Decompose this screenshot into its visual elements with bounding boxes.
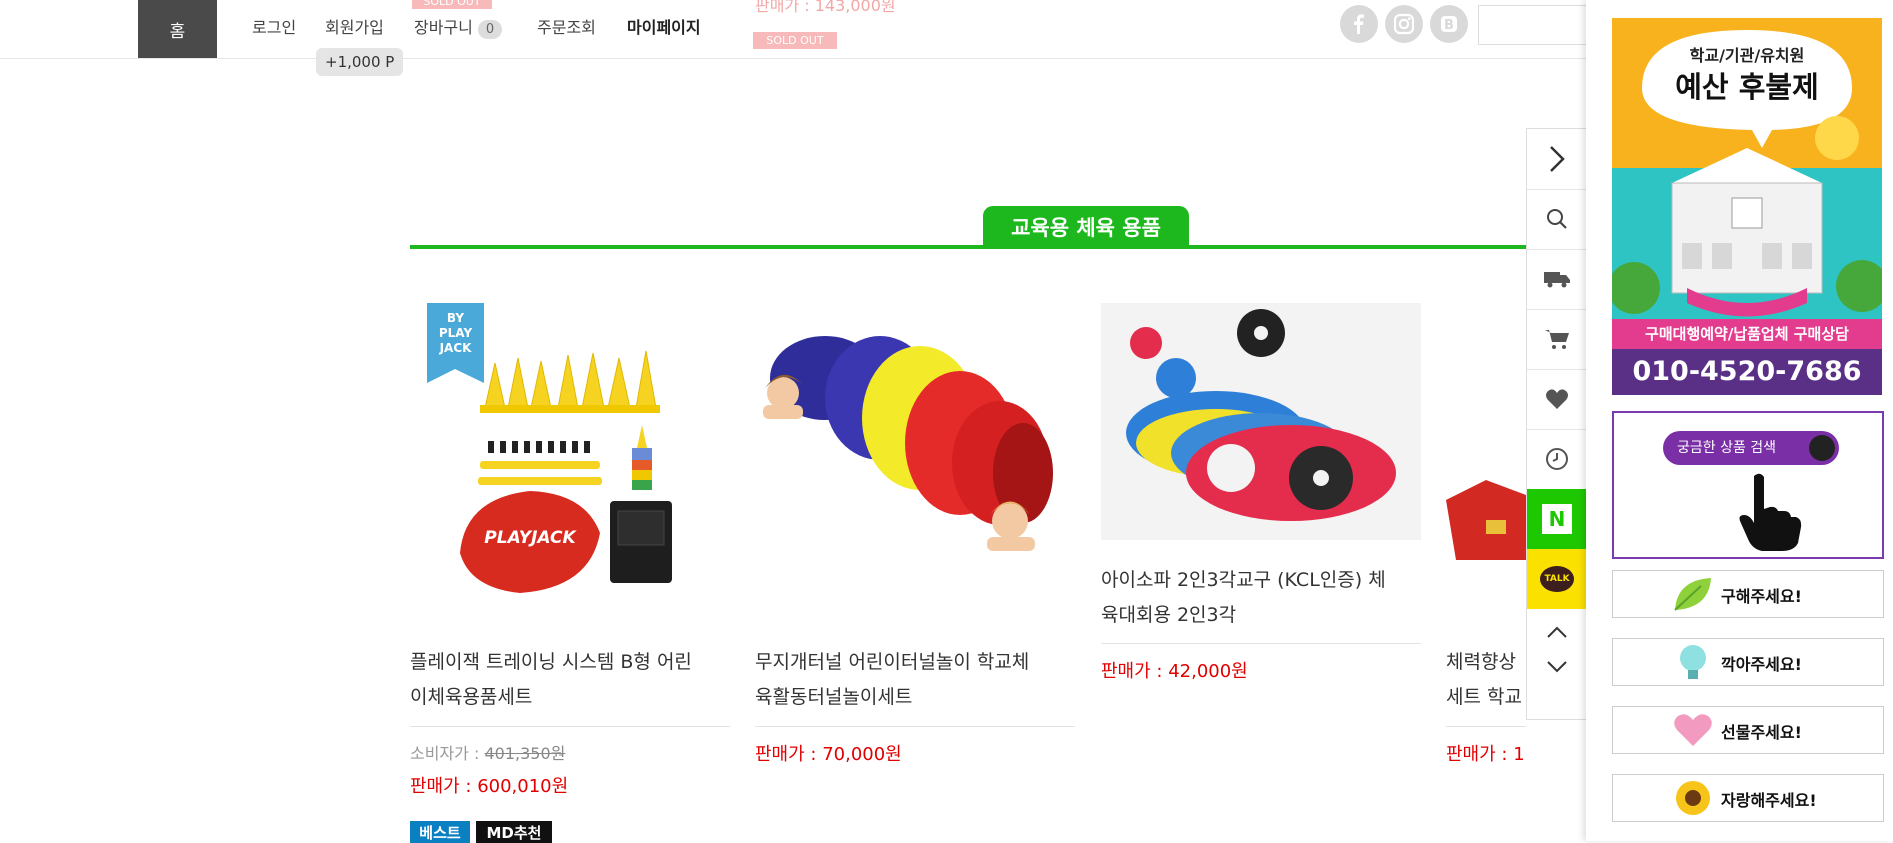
chevron-down-icon[interactable] [1527,649,1587,684]
sale-price: 판매가 : 42,000원 [1101,657,1248,683]
naver-icon[interactable]: N [1527,489,1587,549]
product-title-line: 이체육용품세트 [410,686,533,708]
cart-count-badge: 0 [477,20,503,39]
cart-label: 장바구니 [414,18,473,37]
sale-price-label: 판매가 [1101,661,1151,682]
divider [1446,726,1526,727]
signup-points-tooltip: +1,000 P [316,48,404,76]
truck-icon[interactable] [1527,249,1587,310]
product-title[interactable]: 체력향상 세트 학교 [1446,645,1526,715]
blog-icon[interactable]: B [1430,5,1468,43]
product-image[interactable] [1101,303,1421,540]
request-label: 구해주세요! [1721,587,1802,606]
facebook-icon[interactable] [1340,5,1378,43]
heart-icon[interactable] [1527,369,1587,430]
sale-price-value: : 600,010원 [459,776,569,797]
sold-out-badge: SOLD OUT [753,32,837,49]
request-label: 선물주세요! [1721,723,1802,742]
lightbulb-icon [1680,645,1706,679]
product-title[interactable]: 무지개터널 어린이터널놀이 학교체 육활동터널놀이세트 [755,645,1075,715]
search-pill: 궁금한 상품 검색 [1663,431,1839,465]
sale-price-value: : 70,000원 [804,744,902,765]
consumer-price-value: 401,350원 [484,744,566,763]
kakaotalk-logo: TALK [1540,566,1574,592]
sold-out-badge: SOLD OUT [412,0,492,9]
clock-icon[interactable] [1527,429,1587,490]
product-label-badge: BY PLAY JACK [427,303,484,383]
product-title-line: 육대회용 2인3각 [1101,604,1237,626]
section-divider [410,245,1526,249]
product-title-line: 무지개터널 어린이터널놀이 학교체 [755,651,1030,673]
sale-price-label: 판매가 [410,776,460,797]
cart-icon[interactable] [1527,309,1587,370]
sunflower-icon [1676,781,1710,815]
request-label: 자랑해주세요! [1721,791,1817,810]
chevron-up-icon[interactable] [1527,614,1587,649]
naver-logo: N [1542,504,1572,534]
product-title-line: 아이소파 2인3각교구 (KCL인증) 체 [1101,569,1386,591]
quick-menu-bar: N TALK [1526,128,1588,720]
request-find-button[interactable]: 구해주세요! [1612,570,1884,618]
kakaotalk-icon[interactable]: TALK [1527,549,1587,609]
ad-subtitle: 학교/기관/유치원 [1689,46,1805,65]
consumer-price-label: 소비자가 : [410,744,480,763]
section-title: 교육용 체육 용품 [983,206,1189,248]
product-image[interactable] [755,303,1075,613]
sale-price: 판매가 : 600,010원 [410,772,568,798]
md-pick-tag: MD추천 [476,821,552,843]
ad-title: 예산 후불제 [1675,70,1819,104]
right-side-panel: 학교/기관/유치원 예산 후불제 구매대행예약/납품업체 구매상담 010-45… [1586,0,1893,841]
consumer-price: 소비자가 : 401,350원 [410,740,565,764]
ghost-product-price: 판매가 : 143,000원 [755,0,896,15]
divider [1101,643,1421,644]
request-showoff-button[interactable]: 자랑해주세요! [1612,774,1884,822]
product-image[interactable] [1446,420,1526,570]
product-title-line: 세트 학교 [1446,686,1522,708]
search-icon [1809,435,1835,461]
divider [755,726,1075,727]
product-title-line: 플레이잭 트레이닝 시스템 B형 어린 [410,651,692,673]
sale-price: 판매가 : 70,000원 [755,740,902,766]
order-lookup-link[interactable]: 주문조회 [537,14,596,38]
search-icon[interactable] [1527,189,1587,250]
instagram-icon[interactable] [1385,5,1423,43]
chevron-right-icon[interactable] [1527,129,1587,190]
ad-phone-number: 010-4520-7686 [1612,349,1882,395]
sale-price: 판매가 : 1,100,00 [1446,740,1526,766]
divider [410,726,730,727]
top-navigation-bar: 홈 로그인 회원가입 장바구니 0 주문조회 마이페이지 SOLD OUT 판매가… [0,0,1589,59]
product-search-banner[interactable]: 궁금한 상품 검색 [1612,411,1884,559]
product-title[interactable]: 플레이잭 트레이닝 시스템 B형 어린 이체육용품세트 [410,645,730,715]
cart-link[interactable]: 장바구니 0 [414,14,503,39]
mypage-link[interactable]: 마이페이지 [627,14,701,38]
best-tag: 베스트 [410,821,470,843]
request-discount-button[interactable]: 깍아주세요! [1612,638,1884,686]
heart-icon [1674,714,1712,746]
login-link[interactable]: 로그인 [252,14,296,38]
leaf-icon [1674,578,1711,611]
badge-text: BY PLAY JACK [438,311,473,355]
search-input[interactable] [1478,5,1589,45]
product-title-line: 체력향상 [1446,651,1516,673]
request-label: 깍아주세요! [1721,655,1802,674]
search-pill-label: 궁금한 상품 검색 [1677,440,1777,456]
svg-text:B: B [1444,18,1454,33]
sale-price-value: : 42,000원 [1150,661,1248,682]
sale-price-value: : 1,100,00 [1501,744,1526,765]
budget-ad-banner[interactable]: 학교/기관/유치원 예산 후불제 구매대행예약/납품업체 구매상담 010-45… [1612,18,1882,395]
pointing-hand-icon [1739,473,1802,551]
sale-price-label: 판매가 [1446,744,1496,765]
signup-link[interactable]: 회원가입 [325,14,384,38]
ad-consult-text: 구매대행예약/납품업체 구매상담 [1612,319,1882,349]
request-gift-button[interactable]: 선물주세요! [1612,706,1884,754]
home-button[interactable]: 홈 [138,0,217,58]
product-brand-logo: PLAYJACK [484,528,577,548]
product-title-line: 육활동터널놀이세트 [755,686,913,708]
sale-price-label: 판매가 [755,744,805,765]
product-title[interactable]: 아이소파 2인3각교구 (KCL인증) 체 육대회용 2인3각 [1101,563,1421,633]
